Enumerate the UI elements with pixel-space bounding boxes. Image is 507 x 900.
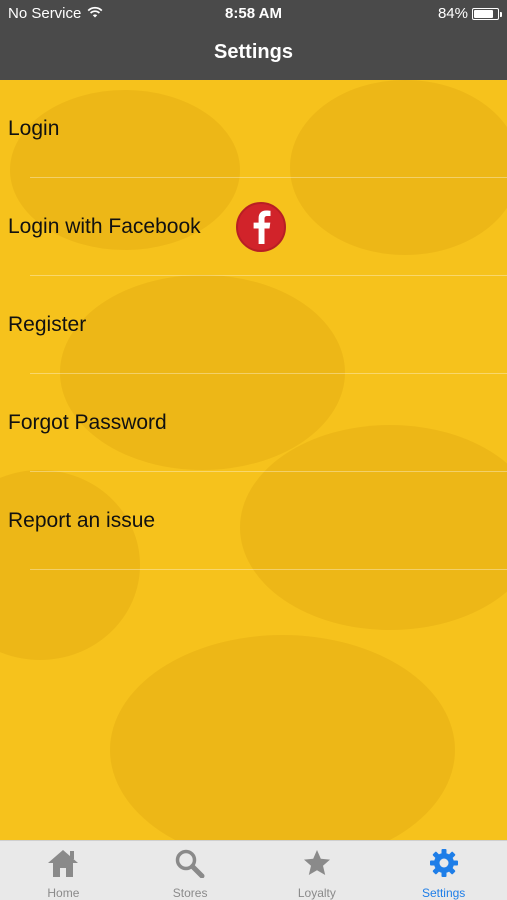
page-title: Settings [214, 41, 293, 63]
tab-loyalty[interactable]: Loyalty [254, 841, 381, 900]
gear-icon [429, 848, 459, 883]
star-icon [302, 848, 332, 883]
home-icon [46, 848, 80, 883]
tab-home[interactable]: Home [0, 841, 127, 900]
menu-item-label: Login [8, 117, 60, 140]
background-texture [110, 635, 455, 840]
tab-bar: Home Stores Loyalty Settings [0, 840, 507, 900]
forgot-password-item[interactable]: Forgot Password [0, 374, 507, 472]
menu-item-label: Login with Facebook [8, 215, 201, 238]
tab-stores[interactable]: Stores [127, 841, 254, 900]
tab-settings[interactable]: Settings [380, 841, 507, 900]
battery-icon [472, 7, 502, 20]
nav-bar: Settings [0, 28, 507, 80]
menu-item-label: Register [8, 313, 87, 336]
report-issue-item[interactable]: Report an issue [0, 472, 507, 570]
tab-label: Stores [172, 886, 208, 900]
tab-label: Home [47, 886, 80, 900]
battery-percent: 84% [437, 5, 468, 22]
tab-label: Settings [421, 886, 466, 900]
status-time: 8:58 AM [225, 5, 282, 22]
facebook-icon [236, 202, 286, 252]
settings-menu: Login Login with Facebook Register Forgo… [0, 80, 507, 570]
menu-item-label: Forgot Password [8, 411, 167, 434]
login-item[interactable]: Login [0, 80, 507, 178]
status-bar: No Service 8:58 AM 84% [0, 0, 507, 28]
register-item[interactable]: Register [0, 276, 507, 374]
status-right: 84% [437, 5, 502, 22]
row-divider [30, 569, 507, 570]
tab-label: Loyalty [297, 886, 336, 900]
search-icon [174, 848, 206, 883]
battery-fill [474, 9, 494, 18]
menu-item-label: Report an issue [8, 509, 156, 532]
settings-content: Login Login with Facebook Register Forgo… [0, 80, 507, 840]
login-facebook-item[interactable]: Login with Facebook [0, 178, 507, 276]
